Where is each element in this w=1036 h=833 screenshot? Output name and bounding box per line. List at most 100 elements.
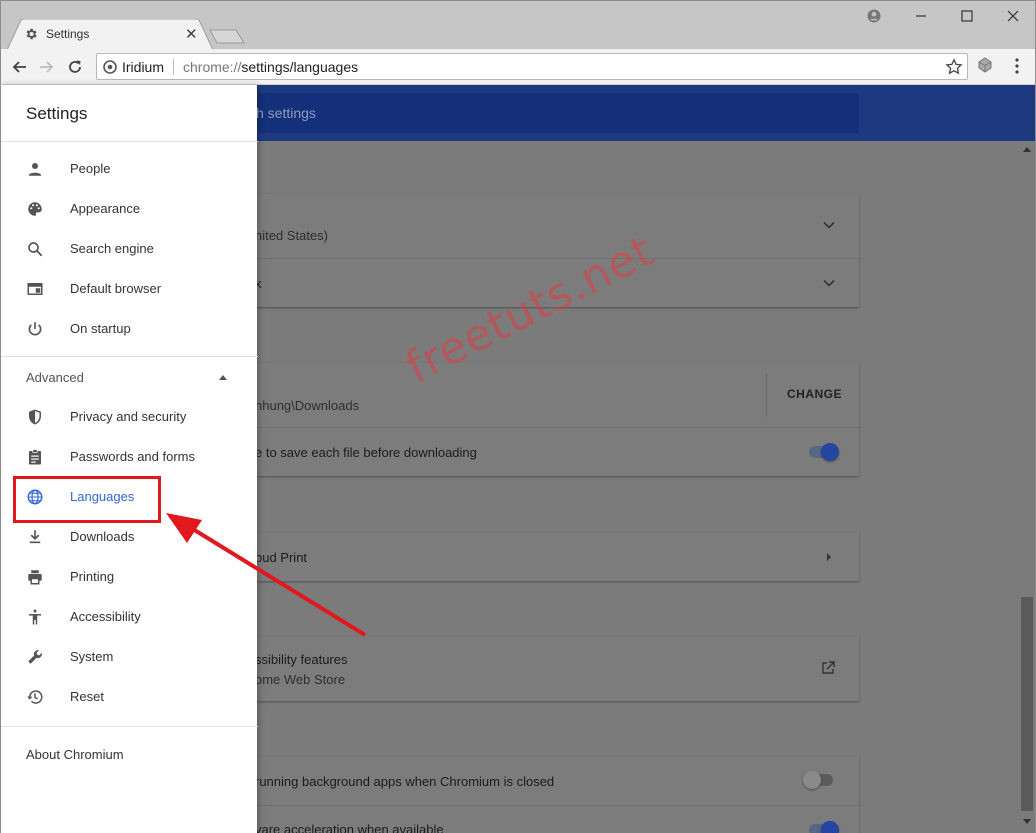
accessibility-features-sub: ome Web Store: [255, 672, 346, 687]
menu-label: Default browser: [70, 281, 162, 296]
url-scheme: chrome://: [183, 59, 242, 75]
browser-window-icon: [27, 283, 43, 295]
external-link-icon[interactable]: [820, 660, 836, 676]
arrow-right-icon: [40, 61, 54, 73]
menu-item-reset[interactable]: Reset: [1, 678, 258, 716]
ask-save-toggle[interactable]: [807, 443, 839, 461]
accessibility-icon: [29, 609, 41, 625]
maximize-button[interactable]: [952, 5, 982, 27]
menu-label: Reset: [70, 689, 104, 704]
more-menu-icon[interactable]: [1009, 56, 1025, 76]
address-bar[interactable]: Iridium chrome://settings/languages: [96, 53, 968, 80]
tab-close-icon[interactable]: ✕: [185, 25, 198, 43]
menu-item-privacy[interactable]: Privacy and security: [1, 398, 258, 436]
accessibility-features-label: ssibility features: [255, 652, 348, 667]
drawer-divider: [1, 141, 258, 142]
divider: [766, 373, 767, 417]
downloads-card: nhung\Downloads CHANGE e to save each fi…: [201, 363, 859, 476]
download-location-row: nhung\Downloads CHANGE: [201, 363, 859, 427]
language-value: nited States): [255, 228, 328, 243]
menu-label: Search engine: [70, 241, 154, 256]
background-apps-label: running background apps when Chromium is…: [255, 774, 555, 789]
page-scrollbar[interactable]: [1019, 141, 1035, 833]
bookmark-star-icon[interactable]: [945, 58, 963, 76]
printer-icon: [28, 570, 42, 585]
gear-icon: [26, 28, 37, 40]
menu-item-appearance[interactable]: Appearance: [1, 190, 258, 228]
menu-label: Accessibility: [70, 609, 141, 624]
menu-label: Downloads: [70, 529, 135, 544]
chevron-down-icon[interactable]: [822, 218, 836, 232]
scroll-down-icon[interactable]: [1023, 819, 1031, 824]
language-row[interactable]: nited States): [201, 194, 859, 258]
change-button[interactable]: CHANGE: [787, 387, 842, 401]
menu-label: Passwords and forms: [70, 449, 195, 464]
toggle-knob: [821, 443, 839, 461]
history-icon: [27, 690, 43, 704]
settings-drawer: Settings People Appearance Search engine…: [0, 85, 258, 833]
about-chromium-link[interactable]: About Chromium: [26, 747, 124, 762]
hardware-acceleration-row: vare acceleration when available: [201, 805, 859, 833]
browser-toolbar: Iridium chrome://settings/languages: [0, 49, 1036, 85]
search-settings-input[interactable]: h settings: [236, 93, 859, 133]
menu-item-on-startup[interactable]: On startup: [1, 310, 258, 348]
omnibox-divider: [173, 59, 174, 75]
arrow-left-icon: [12, 61, 26, 73]
new-tab-button[interactable]: [209, 29, 245, 44]
hardware-acceleration-label: vare acceleration when available: [255, 822, 444, 833]
scroll-up-icon[interactable]: [1023, 147, 1031, 152]
reload-icon: [69, 60, 81, 73]
menu-label: System: [70, 649, 114, 664]
back-button[interactable]: [7, 55, 31, 79]
menu-item-default-browser[interactable]: Default browser: [1, 270, 258, 308]
chromium-logo-icon: [103, 60, 117, 74]
background-apps-toggle[interactable]: [803, 771, 835, 789]
shield-icon: [29, 409, 41, 425]
search-placeholder: h settings: [256, 105, 316, 121]
toggle-knob: [803, 771, 821, 789]
search-icon: [28, 242, 43, 257]
extension-icon[interactable]: [976, 56, 994, 74]
ask-save-label: e to save each file before downloading: [255, 445, 477, 460]
chevron-right-icon: [827, 553, 831, 561]
chevron-down-icon[interactable]: [822, 276, 836, 290]
menu-label: Appearance: [70, 201, 141, 216]
browser-titlebar: Settings ✕: [0, 0, 1036, 50]
menu-item-passwords[interactable]: Passwords and forms: [1, 438, 258, 476]
url-path: settings/languages: [241, 59, 359, 75]
advanced-section-label[interactable]: Advanced: [26, 370, 84, 385]
accessibility-card: ssibility features ome Web Store: [201, 637, 859, 701]
profile-icon[interactable]: [859, 5, 889, 27]
background-apps-row: running background apps when Chromium is…: [201, 757, 859, 805]
minimize-button[interactable]: [906, 5, 936, 27]
menu-label: People: [70, 161, 111, 176]
drawer-title: Settings: [26, 104, 88, 123]
url-text: chrome://settings/languages: [183, 59, 358, 75]
drawer-divider: [1, 356, 258, 357]
menu-label: Printing: [70, 569, 115, 584]
clipboard-icon: [29, 449, 41, 465]
palette-icon: [28, 202, 42, 216]
menu-label: Privacy and security: [70, 409, 187, 424]
hardware-acceleration-toggle[interactable]: [807, 821, 839, 833]
download-location: nhung\Downloads: [255, 398, 360, 413]
tab-title: Settings: [46, 27, 90, 41]
highlight-box: [13, 476, 161, 523]
forward-button[interactable]: [35, 55, 59, 79]
scroll-thumb[interactable]: [1021, 597, 1033, 811]
toggle-knob: [821, 821, 839, 833]
site-name: Iridium: [122, 59, 165, 75]
collapse-arrow-icon[interactable]: [219, 375, 227, 380]
wrench-icon: [28, 650, 42, 664]
accessibility-features-row[interactable]: ssibility features ome Web Store: [201, 637, 859, 701]
reload-button[interactable]: [63, 55, 87, 79]
download-icon: [29, 530, 41, 544]
annotation-arrow: [166, 513, 367, 637]
menu-item-search-engine[interactable]: Search engine: [1, 230, 258, 268]
power-icon: [28, 322, 42, 336]
menu-item-people[interactable]: People: [1, 150, 258, 188]
close-window-button[interactable]: [998, 5, 1028, 27]
drawer-divider: [1, 726, 258, 727]
system-card: running background apps when Chromium is…: [201, 757, 859, 833]
ask-save-row: e to save each file before downloading: [201, 427, 859, 476]
